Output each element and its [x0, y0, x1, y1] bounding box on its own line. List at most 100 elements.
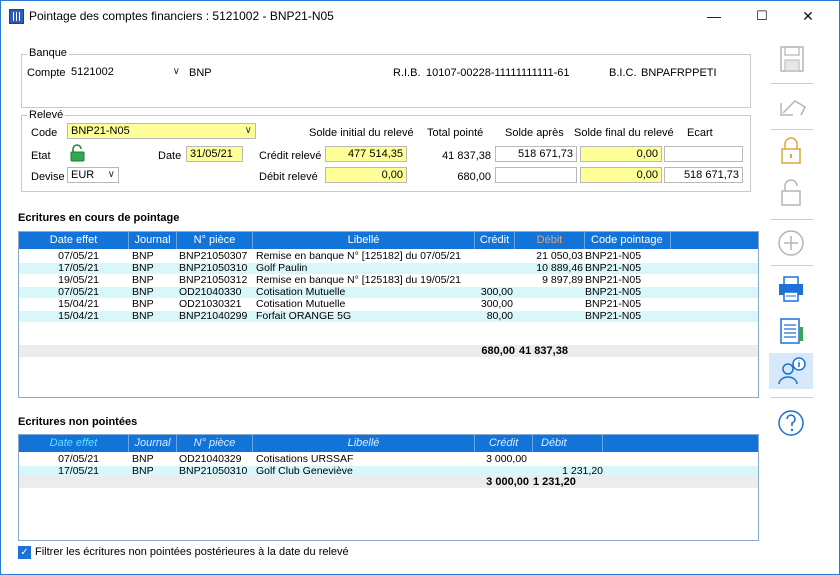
- table-cell-libelle: Forfait ORANGE 5G: [256, 311, 352, 322]
- col-credit[interactable]: Crédit: [475, 232, 515, 249]
- credit-solde-initial-input[interactable]: 477 514,35: [325, 146, 407, 162]
- print-icon[interactable]: [769, 271, 813, 307]
- table-cell-piece: OD21030321: [179, 299, 242, 310]
- col-libelle[interactable]: Libellé: [253, 435, 475, 452]
- bic-label: B.I.C.: [609, 67, 637, 79]
- table-cell-debit: [533, 454, 603, 465]
- table-cell-date: 07/05/21: [58, 287, 99, 298]
- filter-checkbox[interactable]: ✓: [18, 546, 31, 559]
- col-solde-final: Solde final du relevé: [574, 127, 674, 139]
- table-row[interactable]: 07/05/21 BNP OD21040330 Cotisation Mutuelle…: [19, 287, 758, 298]
- table-cell-credit: 300,00: [480, 299, 513, 310]
- maximize-button[interactable]: ☐: [739, 1, 785, 31]
- table-row[interactable]: 07/05/21 BNP BNP21050307 Remise en banque N…: [19, 251, 758, 262]
- table-cell-journal: BNP: [132, 299, 154, 310]
- table-cell-credit: 3 000,00: [486, 454, 527, 465]
- non-pointees-totals-row: 3 000,00 1 231,20: [19, 476, 758, 488]
- table-cell-libelle: Remise en banque N° [125182] du 07/05/21: [256, 251, 462, 262]
- save-icon[interactable]: [769, 41, 813, 77]
- toolbar-separator: [771, 397, 813, 398]
- compte-combo[interactable]: 5121002 ∨: [67, 64, 184, 80]
- table-row[interactable]: 07/05/21 BNP OD21040329 Cotisations URSSAF 3…: [19, 454, 758, 465]
- table-cell-journal: BNP: [132, 454, 154, 465]
- pointage-section-title: Ecritures en cours de pointage: [18, 212, 180, 224]
- report-icon[interactable]: [769, 313, 813, 349]
- lock-icon[interactable]: [769, 133, 813, 169]
- credit-solde-final-input[interactable]: 0,00: [580, 146, 662, 162]
- table-cell-piece: OD21040330: [179, 287, 242, 298]
- table-row[interactable]: 15/04/21 BNP OD21030321 Cotisation Mutuelle…: [19, 299, 758, 310]
- devise-combo[interactable]: EUR ∨: [67, 167, 119, 183]
- table-cell-journal: BNP: [132, 251, 154, 262]
- toolbar-separator: [771, 265, 813, 266]
- date-input[interactable]: 31/05/21: [186, 146, 243, 162]
- col-piece[interactable]: N° pièce: [177, 232, 253, 249]
- col-debit[interactable]: Débit: [515, 232, 585, 249]
- etat-label: Etat: [31, 150, 51, 162]
- non-pointees-section-title: Ecritures non pointées: [18, 416, 138, 428]
- table-cell-debit: 10 889,46: [536, 263, 583, 274]
- compte-value: 5121002: [71, 66, 114, 78]
- code-combo[interactable]: BNP21-N05 ∨: [67, 123, 256, 139]
- user-info-icon[interactable]: [769, 353, 813, 389]
- credit-releve-label: Crédit relevé: [259, 150, 322, 162]
- col-code-pointage[interactable]: Code pointage: [585, 232, 671, 249]
- non-pointees-total-credit: 3 000,00: [486, 476, 529, 488]
- table-cell-code: BNP21-N05: [585, 299, 642, 310]
- table-cell-credit: [475, 275, 513, 286]
- table-cell-credit: 300,00: [480, 287, 513, 298]
- devise-value: EUR: [71, 169, 95, 181]
- pointage-grid[interactable]: Date effet Journal N° pièce Libellé Créd…: [18, 231, 759, 398]
- col-libelle[interactable]: Libellé: [253, 232, 475, 249]
- table-cell-journal: BNP: [132, 287, 154, 298]
- table-cell-piece: BNP21040299: [179, 311, 248, 322]
- window-title: Pointage des comptes financiers : 512100…: [29, 9, 334, 23]
- table-cell-date: 07/05/21: [58, 251, 99, 262]
- add-icon[interactable]: [769, 225, 813, 261]
- banque-group: [21, 54, 751, 108]
- col-journal[interactable]: Journal: [129, 232, 177, 249]
- table-cell-journal: BNP: [132, 311, 154, 322]
- table-cell-code: BNP21-N05: [585, 251, 642, 262]
- rib-label: R.I.B.: [393, 67, 421, 79]
- debit-ecart: 518 671,73: [664, 167, 743, 183]
- lock-open-icon[interactable]: [68, 144, 88, 162]
- table-cell-date: 15/04/21: [58, 299, 99, 310]
- non-pointees-total-debit: 1 231,20: [533, 476, 576, 488]
- col-date-effet[interactable]: Date effet: [19, 232, 129, 249]
- pointage-totals-row: 680,00 41 837,38: [19, 345, 758, 357]
- table-cell-libelle: Cotisation Mutuelle: [256, 299, 346, 310]
- table-row[interactable]: 17/05/21 BNP BNP21050310 Golf Paulin 10 889,…: [19, 263, 758, 274]
- table-cell-code: BNP21-N05: [585, 275, 642, 286]
- col-debit[interactable]: Débit: [533, 435, 603, 452]
- table-cell-piece: OD21040329: [179, 454, 242, 465]
- close-button[interactable]: ✕: [785, 1, 831, 31]
- unlock-icon[interactable]: [769, 175, 813, 211]
- undo-icon[interactable]: [769, 89, 813, 125]
- title-bar: Pointage des comptes financiers : 512100…: [1, 1, 839, 31]
- debit-releve-label: Débit relevé: [259, 171, 318, 183]
- help-icon[interactable]: [769, 405, 813, 441]
- col-date-effet[interactable]: Date effet: [19, 435, 129, 452]
- table-cell-debit: [515, 311, 583, 322]
- col-journal[interactable]: Journal: [129, 435, 177, 452]
- table-cell-debit: [515, 287, 583, 298]
- minimize-button[interactable]: —: [691, 1, 737, 31]
- table-cell-journal: BNP: [132, 275, 154, 286]
- debit-solde-apres: [495, 167, 577, 183]
- col-credit[interactable]: Crédit: [475, 435, 533, 452]
- rib-value: 10107-00228-11111111111-61: [426, 67, 570, 79]
- table-row[interactable]: 19/05/21 BNP BNP21050312 Remise en banque N…: [19, 275, 758, 286]
- table-cell-piece: BNP21050312: [179, 275, 248, 286]
- debit-solde-initial-input[interactable]: 0,00: [325, 167, 407, 183]
- col-piece[interactable]: N° pièce: [177, 435, 253, 452]
- releve-group-label: Relevé: [27, 109, 66, 121]
- debit-solde-final-input[interactable]: 0,00: [580, 167, 662, 183]
- pointage-total-credit: 680,00: [481, 345, 515, 357]
- non-pointees-grid[interactable]: Date effet Journal N° pièce Libellé Créd…: [18, 434, 759, 541]
- table-cell-piece: BNP21050310: [179, 263, 248, 274]
- table-cell-debit: 9 897,89: [542, 275, 583, 286]
- bank-name: BNP: [189, 67, 212, 79]
- table-row[interactable]: 15/04/21 BNP BNP21040299 Forfait ORANGE 5G 8…: [19, 311, 758, 322]
- pointage-grid-header: Date effet Journal N° pièce Libellé Créd…: [19, 232, 758, 249]
